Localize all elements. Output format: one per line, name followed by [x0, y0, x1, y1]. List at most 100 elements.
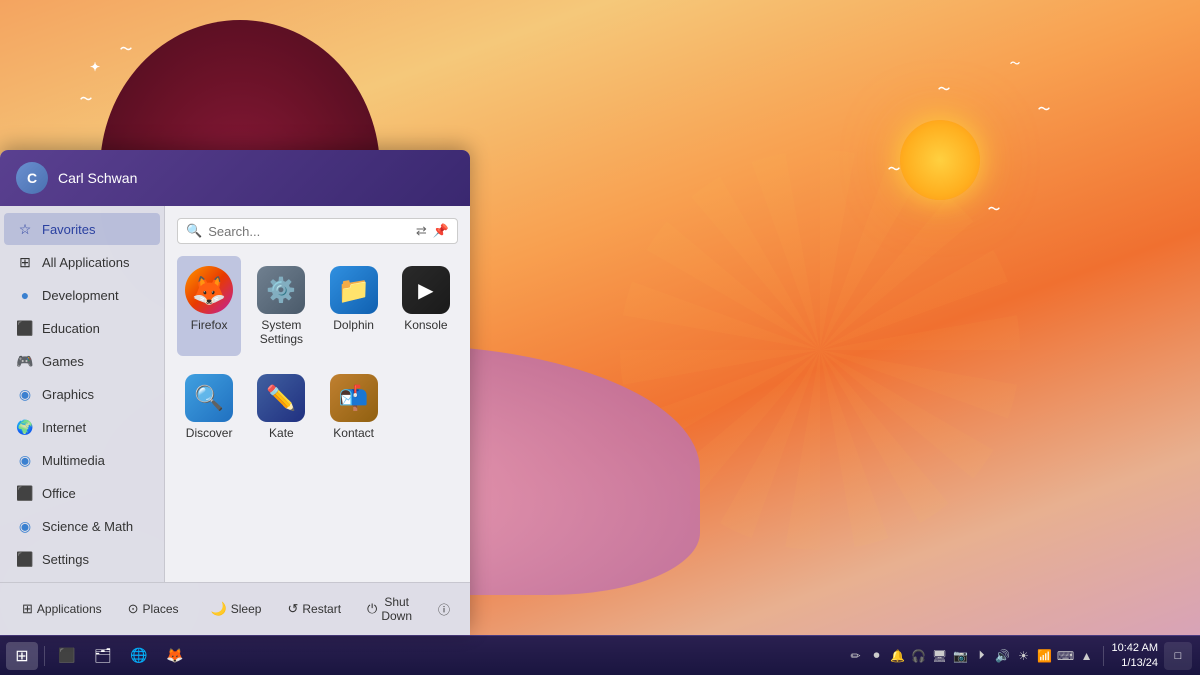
media-icon: ⏵: [974, 648, 990, 664]
info-button[interactable]: ⓘ: [428, 597, 460, 622]
konsole-label: Konsole: [404, 318, 447, 332]
sidebar-item-office-label: Office: [42, 486, 76, 501]
app-item-kontact[interactable]: Kontact: [322, 364, 386, 450]
dolphin-icon: [330, 266, 378, 314]
menu-body: ☆ Favorites ⊞ All Applications ● Develop…: [0, 206, 470, 582]
sidebar-item-science-label: Science & Math: [42, 519, 133, 534]
app-item-firefox[interactable]: Firefox: [177, 256, 241, 356]
shutdown-button[interactable]: ⏻ Shut Down: [357, 591, 422, 627]
terminal-taskbar-button[interactable]: ⬛: [51, 642, 83, 670]
sidebar-item-education-label: Education: [42, 321, 100, 336]
internet-icon: 🌍: [16, 418, 34, 436]
clock-date: 1/13/24: [1121, 656, 1158, 670]
bird-8: 〜: [988, 200, 1000, 217]
separator-1: [44, 646, 45, 666]
sleep-label: Sleep: [231, 602, 262, 616]
menu-sidebar: ☆ Favorites ⊞ All Applications ● Develop…: [0, 206, 165, 582]
app-item-dolphin[interactable]: Dolphin: [322, 256, 386, 356]
wallpaper-sun: [900, 120, 980, 200]
restart-icon: ↺: [287, 601, 298, 617]
taskbar: ⊞ ⬛ 🗂 🌐 🦊 ✏ ⏺ 🔔 🎧 🖥 📷 ⏵ 🔊 ☀ 📶 ⌨ ▲: [0, 635, 1200, 675]
sidebar-item-multimedia-label: Multimedia: [42, 453, 105, 468]
start-button[interactable]: ⊞: [6, 642, 38, 670]
system-settings-label: System Settings: [255, 318, 307, 346]
search-icon: 🔍: [186, 223, 202, 239]
taskbar-right: ✏ ⏺ 🔔 🎧 🖥 📷 ⏵ 🔊 ☀ 📶 ⌨ ▲ 10:42 AM 1/13/24…: [840, 641, 1200, 670]
shutdown-icon: ⏻: [367, 601, 377, 617]
restart-label: Restart: [302, 602, 341, 616]
taskbar-clock[interactable]: 10:42 AM 1/13/24: [1112, 641, 1158, 670]
sidebar-item-all-apps-label: All Applications: [42, 255, 129, 270]
sleep-icon: 🌙: [211, 601, 227, 617]
sidebar-item-science[interactable]: ◉ Science & Math: [4, 510, 160, 542]
discover-label: Discover: [186, 426, 233, 440]
sidebar-item-development-label: Development: [42, 288, 119, 303]
expand-icon[interactable]: ▲: [1079, 648, 1095, 664]
pin-button[interactable]: 📌: [433, 223, 449, 239]
search-input[interactable]: [208, 224, 410, 239]
brightness-icon: ☀: [1016, 648, 1032, 664]
camera-icon: 📷: [953, 648, 969, 664]
menu-footer: ⊞ Applications ⊙ Places 🌙 Sleep ↺ Restar…: [0, 582, 470, 635]
sidebar-item-multimedia[interactable]: ◉ Multimedia: [4, 444, 160, 476]
sleep-button[interactable]: 🌙 Sleep: [201, 597, 272, 621]
app-item-konsole[interactable]: Konsole: [394, 256, 458, 356]
headphones-icon: 🎧: [911, 648, 927, 664]
graphics-icon: ◉: [16, 385, 34, 403]
places-button[interactable]: ⊙ Places: [118, 597, 189, 621]
kate-icon: [257, 374, 305, 422]
sidebar-item-all-applications[interactable]: ⊞ All Applications: [4, 246, 160, 278]
menu-content: 🔍 ⇄ 📌 Firefox System Settings: [165, 206, 470, 582]
kontact-icon: [330, 374, 378, 422]
separator-2: [1103, 646, 1104, 666]
search-toggle-button[interactable]: ⇄: [416, 223, 427, 239]
shutdown-label: Shut Down: [381, 595, 412, 623]
sidebar-item-office[interactable]: ⬛ Office: [4, 477, 160, 509]
sidebar-item-internet-label: Internet: [42, 420, 86, 435]
development-icon: ●: [16, 286, 34, 304]
bird-7: 〜: [888, 160, 900, 177]
apps-grid: Firefox System Settings Dolphin: [177, 256, 458, 450]
bell-icon: 🔔: [890, 648, 906, 664]
firefox-icon: [185, 266, 233, 314]
bird-4: 〜: [1010, 55, 1020, 70]
sidebar-item-games-label: Games: [42, 354, 84, 369]
show-desktop-button[interactable]: □: [1164, 642, 1192, 670]
konsole-icon: [402, 266, 450, 314]
app-item-kate[interactable]: Kate: [249, 364, 313, 450]
app-item-discover[interactable]: Discover: [177, 364, 241, 450]
sidebar-item-games[interactable]: 🎮 Games: [4, 345, 160, 377]
speaker-icon: 🔊: [995, 648, 1011, 664]
app-item-system-settings[interactable]: System Settings: [249, 256, 313, 356]
sidebar-item-settings[interactable]: ⬛ Settings: [4, 543, 160, 575]
sidebar-item-education[interactable]: ⬛ Education: [4, 312, 160, 344]
restart-button[interactable]: ↺ Restart: [277, 597, 351, 621]
sidebar-item-graphics[interactable]: ◉ Graphics: [4, 378, 160, 410]
firefox-taskbar-button[interactable]: 🦊: [159, 642, 191, 670]
browser-taskbar-button[interactable]: 🌐: [123, 642, 155, 670]
games-icon: 🎮: [16, 352, 34, 370]
sidebar-item-development[interactable]: ● Development: [4, 279, 160, 311]
bird-6: 〜: [1038, 100, 1050, 117]
user-avatar: C: [16, 162, 48, 194]
sidebar-item-internet[interactable]: 🌍 Internet: [4, 411, 160, 443]
places-icon: ⊙: [128, 601, 139, 617]
dolphin-label: Dolphin: [333, 318, 374, 332]
pen-icon: ✏: [848, 648, 864, 664]
taskbar-left: ⊞ ⬛ 🗂 🌐 🦊: [0, 642, 197, 670]
bird-1: ✦: [90, 60, 100, 74]
sidebar-item-favorites[interactable]: ☆ Favorites: [4, 213, 160, 245]
clock-time: 10:42 AM: [1112, 641, 1158, 655]
apps-footer-icon: ⊞: [22, 601, 33, 617]
screen-icon: 🖥: [932, 648, 948, 664]
keyboard-icon: ⌨: [1058, 648, 1074, 664]
sidebar-item-graphics-label: Graphics: [42, 387, 94, 402]
applications-button[interactable]: ⊞ Applications: [12, 597, 112, 621]
kate-label: Kate: [269, 426, 294, 440]
files-taskbar-button[interactable]: 🗂: [87, 642, 119, 670]
sidebar-item-favorites-label: Favorites: [42, 222, 95, 237]
info-icon: ⓘ: [438, 601, 450, 618]
places-label: Places: [143, 602, 179, 616]
search-bar: 🔍 ⇄ 📌: [177, 218, 458, 244]
bird-3: 〜: [80, 90, 92, 107]
